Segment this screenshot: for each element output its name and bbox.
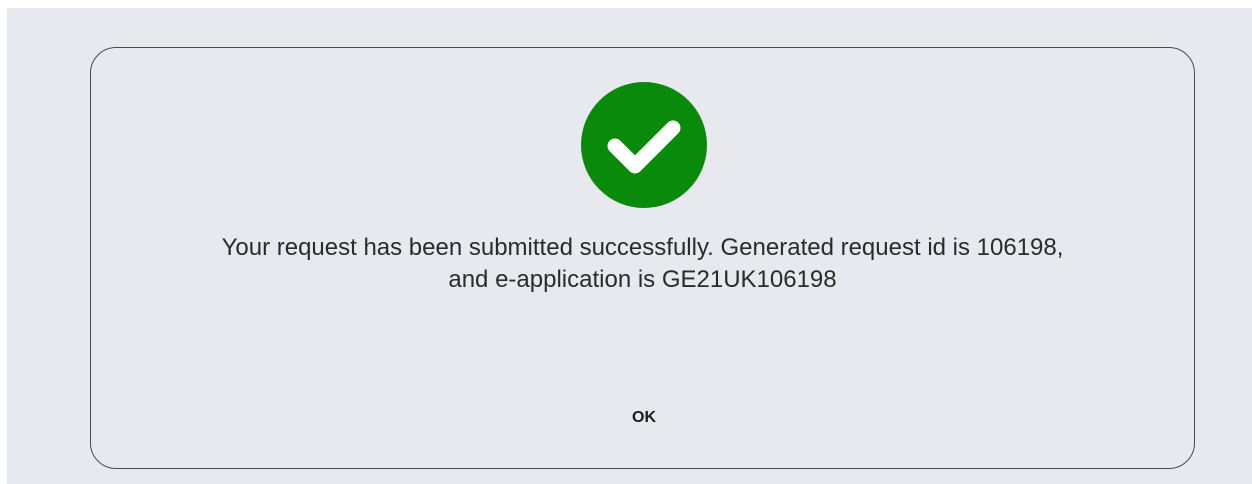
success-message-line-1: Your request has been submitted successf… — [221, 234, 1064, 261]
page-background: Your request has been submitted successf… — [7, 8, 1252, 484]
check-circle-icon — [581, 82, 707, 208]
success-message: Your request has been submitted successf… — [91, 232, 1194, 296]
success-message-line-2: and e-application is GE21UK106198 — [448, 266, 837, 293]
success-dialog: Your request has been submitted successf… — [90, 47, 1195, 469]
ok-button[interactable]: OK — [609, 402, 679, 434]
